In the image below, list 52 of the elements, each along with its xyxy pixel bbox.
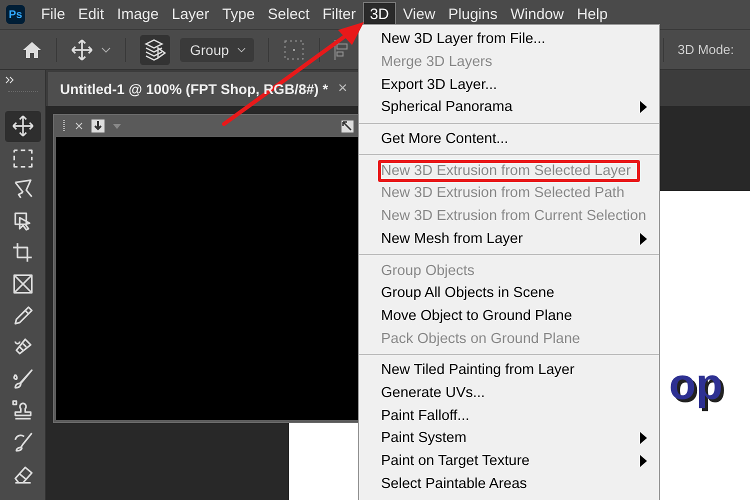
- close-icon[interactable]: [75, 122, 83, 130]
- menu-title[interactable]: View: [397, 2, 442, 27]
- menu-title[interactable]: Layer: [166, 2, 216, 27]
- menu-item[interactable]: Group All Objects in Scene: [359, 282, 659, 305]
- menu-item[interactable]: New 3D Layer from File...: [359, 28, 659, 51]
- menu-item[interactable]: Select Paintable Areas: [359, 472, 659, 496]
- frame-icon: [12, 273, 34, 296]
- expand-icon[interactable]: [341, 120, 354, 132]
- caret-icon: [236, 46, 246, 52]
- auto-select-button[interactable]: [140, 34, 170, 64]
- menu-title[interactable]: Type: [216, 2, 261, 27]
- transform-icon[interactable]: [282, 38, 305, 60]
- menu-item[interactable]: Paint Falloff...: [359, 404, 659, 427]
- menu-item[interactable]: Export 3D Layer...: [359, 73, 659, 96]
- layers-icon: [144, 38, 166, 62]
- tool-button[interactable]: [4, 111, 40, 142]
- download-icon[interactable]: [91, 119, 105, 133]
- crop-icon: [12, 242, 34, 264]
- stamp-icon: [12, 400, 34, 422]
- app-logo: Ps: [6, 5, 25, 24]
- history-brush-icon: [12, 431, 34, 454]
- menu-title[interactable]: Edit: [72, 2, 110, 27]
- menu-item[interactable]: Paint on Target Texture: [359, 450, 659, 472]
- menu-title[interactable]: Plugins: [442, 2, 504, 27]
- menu-title[interactable]: File: [35, 2, 72, 27]
- close-button[interactable]: ×: [338, 80, 348, 98]
- home-icon[interactable]: [22, 40, 42, 58]
- object-select-icon: [12, 210, 34, 232]
- menu-item[interactable]: Get More Content...: [359, 128, 659, 150]
- menu-title[interactable]: Window: [504, 2, 570, 27]
- menu-item[interactable]: New Tiled Painting from Layer: [359, 358, 659, 382]
- mode-label: 3D Mode:: [678, 42, 735, 57]
- move-icon: [12, 115, 34, 138]
- move-icon[interactable]: [71, 38, 93, 60]
- menu-item[interactable]: Spherical Panorama: [359, 96, 659, 119]
- eyedropper-icon: [12, 304, 34, 327]
- group-dropdown[interactable]: Group: [180, 38, 254, 62]
- menu-title[interactable]: Filter: [316, 2, 362, 27]
- menu-title[interactable]: Help: [570, 2, 614, 27]
- menu-item[interactable]: Paint System: [359, 427, 659, 450]
- menu-title[interactable]: Select: [262, 2, 316, 27]
- canvas-text: op: [669, 363, 723, 407]
- menu-title[interactable]: Image: [111, 2, 165, 27]
- menu-item[interactable]: Generate UVs...: [359, 382, 659, 404]
- menu-item[interactable]: New Mesh from Layer: [359, 228, 659, 250]
- menu-item[interactable]: Move Object to Ground Plane: [359, 304, 659, 328]
- collapse-icon[interactable]: [5, 76, 15, 84]
- brush-icon: [12, 368, 34, 390]
- align-icon[interactable]: [334, 38, 348, 60]
- grip-icon[interactable]: [63, 120, 67, 132]
- marquee-icon: [12, 146, 34, 169]
- caret-icon[interactable]: [101, 46, 111, 52]
